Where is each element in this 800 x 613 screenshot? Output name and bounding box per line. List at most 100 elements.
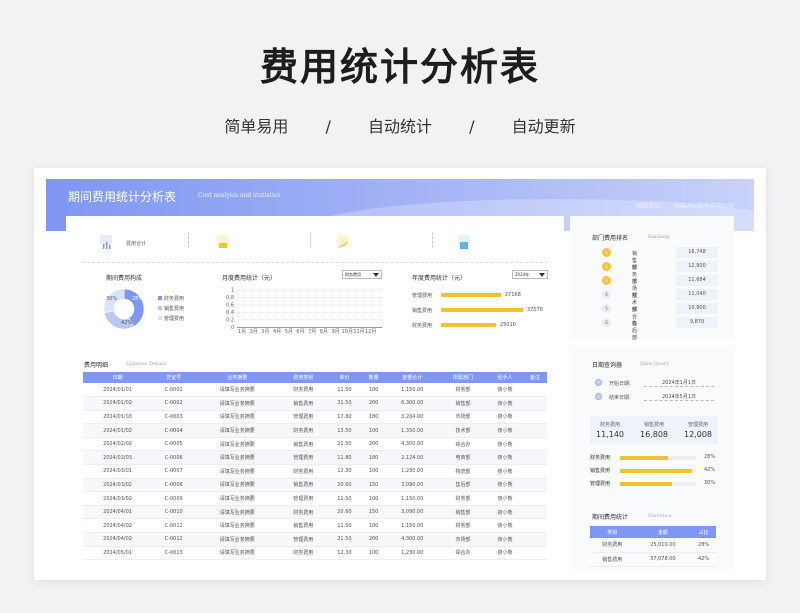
table-cell: 150 (361, 505, 386, 520)
table-cell: 2024/01/02 (83, 396, 153, 411)
table-cell: 技术部 (438, 423, 487, 438)
table-cell: 2024/04/02 (83, 518, 153, 534)
table-row[interactable]: 2024/01/01 C-0001 请填写业务摘要 财务费用 11.50 100 1,150… (83, 383, 547, 398)
y-tick-label: 0.2 (226, 318, 234, 324)
table-row[interactable]: 2024/03/01 C-0007 请填写业务摘要 财务费用 12.30 100 1,230… (83, 464, 547, 479)
table-cell: 夜小熊 (486, 491, 523, 506)
chevron-down-icon (539, 273, 545, 277)
table-cell: 3,090.00 (385, 505, 439, 520)
annual-bar (441, 323, 496, 327)
table-row[interactable]: 2024/04/01 C-0010 请填写业务摘要 财务费用 20.60 150 3,090… (83, 505, 547, 520)
sheet-title-en: Cost analysis and statistics (198, 192, 281, 199)
x-tick-label: 5月 (285, 329, 293, 335)
divider (188, 232, 189, 248)
rank-number: 4 (602, 290, 611, 299)
rank-number: 3 (602, 276, 611, 285)
monthly-select-value: 财务费用 (345, 272, 361, 277)
section-divider (82, 262, 548, 263)
annual-title: 年度费用统计（元） (412, 275, 467, 282)
table-cell: 4,300.00 (385, 437, 439, 452)
annual-bar-value: 27168 (504, 292, 521, 298)
stats-cell: 25,010.00 (634, 538, 692, 553)
stats-title: 期间费用统计 (592, 514, 629, 521)
table-header-cell: 数量 (361, 372, 386, 383)
table-cell: 180 (361, 410, 386, 425)
table-cell: 100 (361, 518, 386, 534)
table-row[interactable]: 2024/01/03 C-0003 请填写业务摘要 管理费用 17.80 180 3,204… (83, 410, 547, 425)
table-cell: 2024/01/02 (83, 423, 153, 438)
x-tick-label: 3月 (261, 329, 269, 335)
end-date-input[interactable]: 2024年5月1日 (644, 393, 714, 401)
table-cell (522, 464, 547, 479)
y-tick-label: 0.4 (226, 310, 234, 316)
x-tick-label: 9月 (332, 329, 340, 335)
annual-bar-value: 25010 (499, 322, 516, 328)
table-cell: C-0004 (152, 423, 196, 438)
table-cell (522, 546, 547, 561)
year-select[interactable]: 2024年 (512, 270, 548, 279)
table-cell: 1,150.00 (385, 383, 439, 398)
table-cell: 2024/04/02 (83, 532, 153, 547)
table-cell: 财务部 (438, 518, 487, 534)
table-row[interactable]: 2024/01/02 C-0004 请填写业务摘要 财务费用 13.50 100 1,350… (83, 423, 547, 438)
table-row[interactable]: 2024/04/02 C-0011 请填写业务摘要 销售费用 11.50 100 1,150… (83, 518, 547, 534)
start-date-radio[interactable] (595, 379, 602, 386)
table-cell: 150 (361, 478, 386, 493)
x-tick-label: 11月 (353, 329, 364, 335)
table-cell: 请填写业务摘要 (195, 546, 280, 561)
table-header-cell: 备注 (522, 372, 547, 383)
table-cell: 17.80 (327, 410, 362, 425)
table-cell: 夜小熊 (486, 478, 523, 493)
start-date-input[interactable]: 2024年1月1日 (644, 379, 714, 387)
stats-header-cell: 占比 (691, 526, 716, 538)
table-cell: 100 (361, 546, 386, 561)
monthly-category-select[interactable]: 财务费用 (342, 270, 382, 279)
rank-number: 2 (602, 262, 611, 271)
page-hero-title: 费用统计分析表 (259, 45, 540, 89)
table-cell: 6,300.00 (385, 396, 439, 411)
total-value-0: 11,140 (596, 430, 624, 439)
table-row[interactable]: 2024/03/02 C-0008 请填写业务摘要 销售费用 20.60 150 3,090… (83, 478, 547, 493)
legend-swatch (158, 296, 162, 300)
y-tick-label: 0.8 (226, 295, 234, 301)
rank-value: 10,900 (676, 303, 718, 314)
end-date-radio[interactable] (595, 393, 602, 400)
summary-label: 费用合计 (126, 241, 147, 247)
table-cell: 200 (361, 532, 386, 547)
table-cell: 管理费用 (279, 532, 328, 547)
table-cell: 市场部 (438, 532, 487, 547)
table-cell: 1,150.00 (385, 491, 439, 506)
x-tick-label: 7月 (308, 329, 316, 335)
table-cell: 20.60 (327, 505, 362, 520)
share-bar-track (620, 469, 696, 473)
composition-title: 期间费用构成 (106, 275, 143, 282)
detail-title-en: Expense Details (126, 361, 167, 367)
stats-cell: 42% (691, 552, 716, 567)
table-row[interactable]: 2024/01/02 C-0002 请填写业务摘要 销售费用 31.50 200 6,300… (83, 396, 547, 411)
table-header-cell: 日期 (83, 372, 153, 383)
table-cell: 夜小熊 (486, 450, 523, 466)
table-cell: 12.30 (327, 464, 362, 479)
table-row[interactable]: 2024/05/01 C-0013 请填写业务摘要 财务费用 12.30 100 1,230… (83, 546, 547, 561)
share-bar-track (620, 456, 696, 460)
rank-value: 16,748 (676, 247, 718, 258)
table-cell: 21.50 (327, 532, 362, 547)
table-cell: 1,230.00 (385, 464, 439, 479)
table-cell: 电商部 (438, 450, 487, 466)
table-cell: C-0013 (152, 546, 196, 561)
table-cell: C-0007 (152, 464, 196, 479)
table-row[interactable]: 2024/02/02 C-0005 请填写业务摘要 销售费用 21.50 200 4,300… (83, 437, 547, 452)
y-tick-label: 0.6 (226, 303, 234, 309)
table-cell (522, 532, 547, 547)
stats-row: 财务费用 25,010.00 28% (590, 538, 716, 553)
date-query-title-en: Date Query (640, 361, 670, 367)
table-cell (522, 478, 547, 493)
table-cell: 夜小熊 (486, 437, 523, 452)
table-row[interactable]: 2024/04/02 C-0012 请填写业务摘要 管理费用 21.50 200 4,300… (83, 532, 547, 547)
x-tick-label: 12月 (365, 329, 376, 335)
wallet-icon (217, 235, 229, 248)
table-cell (522, 518, 547, 534)
share-bar-row: 销售费用 42% (590, 467, 715, 475)
table-row[interactable]: 2024/03/02 C-0009 请填写业务摘要 管理费用 11.50 100 1,150… (83, 491, 547, 506)
table-row[interactable]: 2024/02/03 C-0006 请填写业务摘要 管理费用 11.80 180 2,124… (83, 450, 547, 466)
